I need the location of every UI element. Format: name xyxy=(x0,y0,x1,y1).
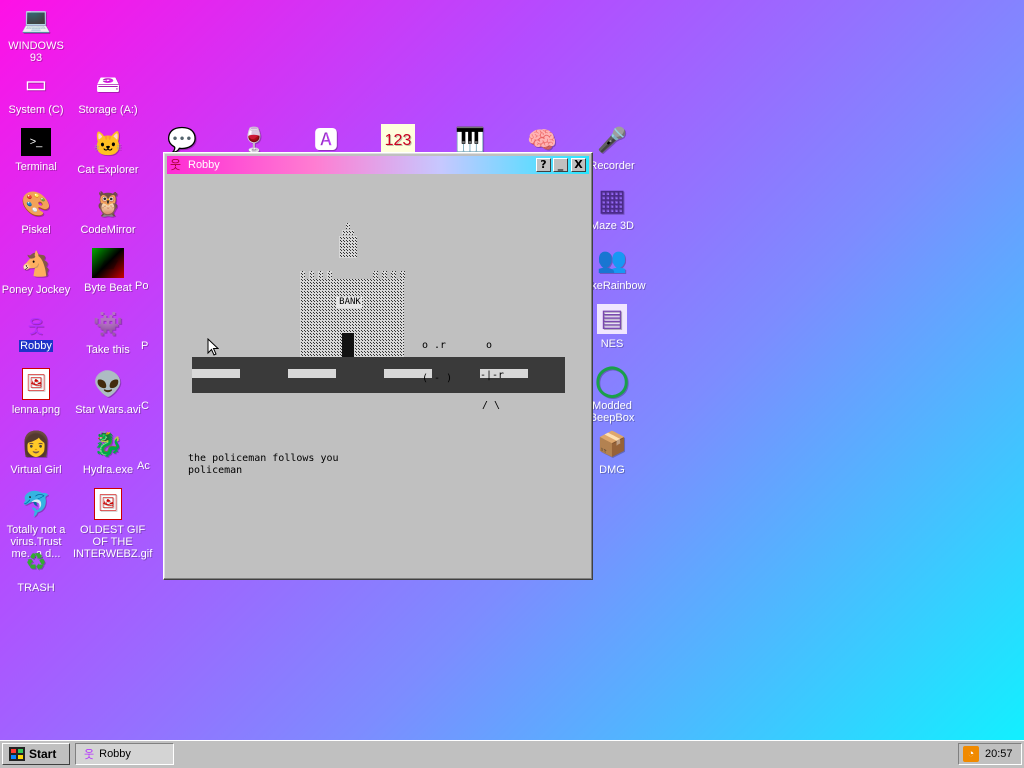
stick-figure-icon: 웃 xyxy=(84,749,95,761)
policeman-character[interactable]: o .r ( - ) xyxy=(422,318,458,406)
recycle-bin-icon: ♻ xyxy=(25,549,47,576)
desktop-icon-codemirror[interactable]: 🦉 CodeMirror xyxy=(72,188,144,236)
rss-feed-icon[interactable]: ◔ xyxy=(963,746,979,762)
desktop-icon-piskel[interactable]: 🎨 Piskel xyxy=(0,188,72,236)
taskbar-item-label: Robby xyxy=(99,748,131,760)
desktop-icon-poney-jockey[interactable]: 🐴 Poney Jockey xyxy=(0,248,72,296)
robby-character[interactable]: o -|-r / \ xyxy=(480,321,516,431)
game-scene xyxy=(192,223,565,393)
desktop-icon-oldest-gif[interactable]: 🖼 OLDEST GIF OF THE INTERWEBZ.gif xyxy=(72,488,152,560)
floppy-drive-icon: 🖴 xyxy=(95,71,121,98)
desktop-icon-trash[interactable]: ♻ TRASH xyxy=(0,546,72,594)
palette-icon: 🎨 xyxy=(21,191,51,218)
robby-legs: / \ xyxy=(482,400,501,411)
image-file-icon: 🖼 xyxy=(22,368,50,400)
robby-body: -|-r xyxy=(480,370,505,381)
desktop-icon-windows93[interactable]: 💻 WINDOWS 93 xyxy=(0,4,72,64)
cat-globe-icon: 🐱 xyxy=(93,131,123,158)
nes-cartridge-icon: ▤ xyxy=(597,304,627,334)
hard-drive-icon: ▭ xyxy=(24,71,48,98)
road-stripe xyxy=(288,369,336,378)
policeman-head: o .r xyxy=(422,340,447,351)
window-title: Robby xyxy=(188,159,220,171)
desktop-icon-storage-a[interactable]: 🖴 Storage (A:) xyxy=(72,68,144,116)
desktop-icon-virtual-girl[interactable]: 👩 Virtual Girl xyxy=(0,428,72,476)
terminal-icon: >_ xyxy=(21,128,51,156)
mouse-pointer-icon xyxy=(207,338,219,356)
robby-window[interactable]: 웃 Robby ? _ X BANK o .r (-) o -|-r / \… xyxy=(163,152,593,580)
start-label: Start xyxy=(29,747,57,761)
robby-head: o xyxy=(486,340,493,351)
start-button[interactable]: Start xyxy=(2,743,70,765)
computer-icon: 💻 xyxy=(21,7,51,34)
bank-tower xyxy=(339,223,357,258)
desktop-icon-terminal[interactable]: >_ Terminal xyxy=(0,128,72,173)
minimize-button[interactable]: _ xyxy=(553,158,568,172)
bank-sign: BANK xyxy=(339,297,361,307)
desktop-icon-take-this[interactable]: 👾 Take this xyxy=(72,308,144,356)
game-canvas[interactable]: BANK o .r ( - ) o -|-r / \ the policeman… xyxy=(167,175,589,576)
people-icon: 👥 xyxy=(597,247,627,274)
yoda-icon: 👽 xyxy=(93,371,123,398)
face-icon: 👩 xyxy=(21,431,51,458)
image-file-icon: 🖼 xyxy=(94,488,122,520)
desktop-icon-cat-explorer[interactable]: 🐱 Cat Explorer xyxy=(72,128,144,176)
codemirror-icon: 🦉 xyxy=(93,191,123,218)
help-button[interactable]: ? xyxy=(536,158,551,172)
desktop-icon-robby[interactable]: 웃 Robby xyxy=(0,316,72,352)
pony-icon: 🐴 xyxy=(21,251,51,278)
windows-logo-icon xyxy=(9,747,25,761)
game-message-line-2: policeman xyxy=(188,465,243,476)
green-ring-icon: ◯ xyxy=(595,364,629,397)
maze-icon: ▦ xyxy=(597,184,627,217)
desktop-icon-lenna[interactable]: 🖼 lenna.png xyxy=(0,368,72,416)
stick-figure-icon: 웃 xyxy=(27,317,45,337)
desktop-icon-star-wars[interactable]: 👽 Star Wars.avi xyxy=(72,368,144,416)
desktop-icon-hydra[interactable]: 🐉 Hydra.exe xyxy=(72,428,144,476)
window-titlebar[interactable]: 웃 Robby ? _ X xyxy=(167,156,589,174)
desktop-icon-system-c[interactable]: ▭ System (C) xyxy=(0,68,72,116)
taskbar-item-robby[interactable]: 웃 Robby xyxy=(75,743,174,765)
taskbar: Start 웃 Robby ◔ 20:57 xyxy=(0,740,1024,768)
policeman-body: ( - ) xyxy=(422,373,453,384)
package-icon: 📦 xyxy=(597,431,627,458)
dragon-icon: 🐉 xyxy=(93,431,123,458)
desktop-icon-partial-ac[interactable]: Ac xyxy=(136,460,166,472)
road-stripe xyxy=(192,369,240,378)
system-tray: ◔ 20:57 xyxy=(958,743,1022,765)
bank-door[interactable] xyxy=(342,333,354,357)
microphone-icon: 🎤 xyxy=(597,127,627,154)
dolphin-icon: 🐬 xyxy=(21,491,51,518)
game-message-line-1: the policeman follows you xyxy=(188,453,339,464)
clock: 20:57 xyxy=(985,748,1013,760)
bank-battlements xyxy=(300,271,405,279)
byte-beat-icon: ▰ xyxy=(92,248,124,278)
pixel-man-icon: 👾 xyxy=(93,311,123,338)
close-button[interactable]: X xyxy=(571,158,586,172)
stick-figure-icon: 웃 xyxy=(170,158,182,172)
